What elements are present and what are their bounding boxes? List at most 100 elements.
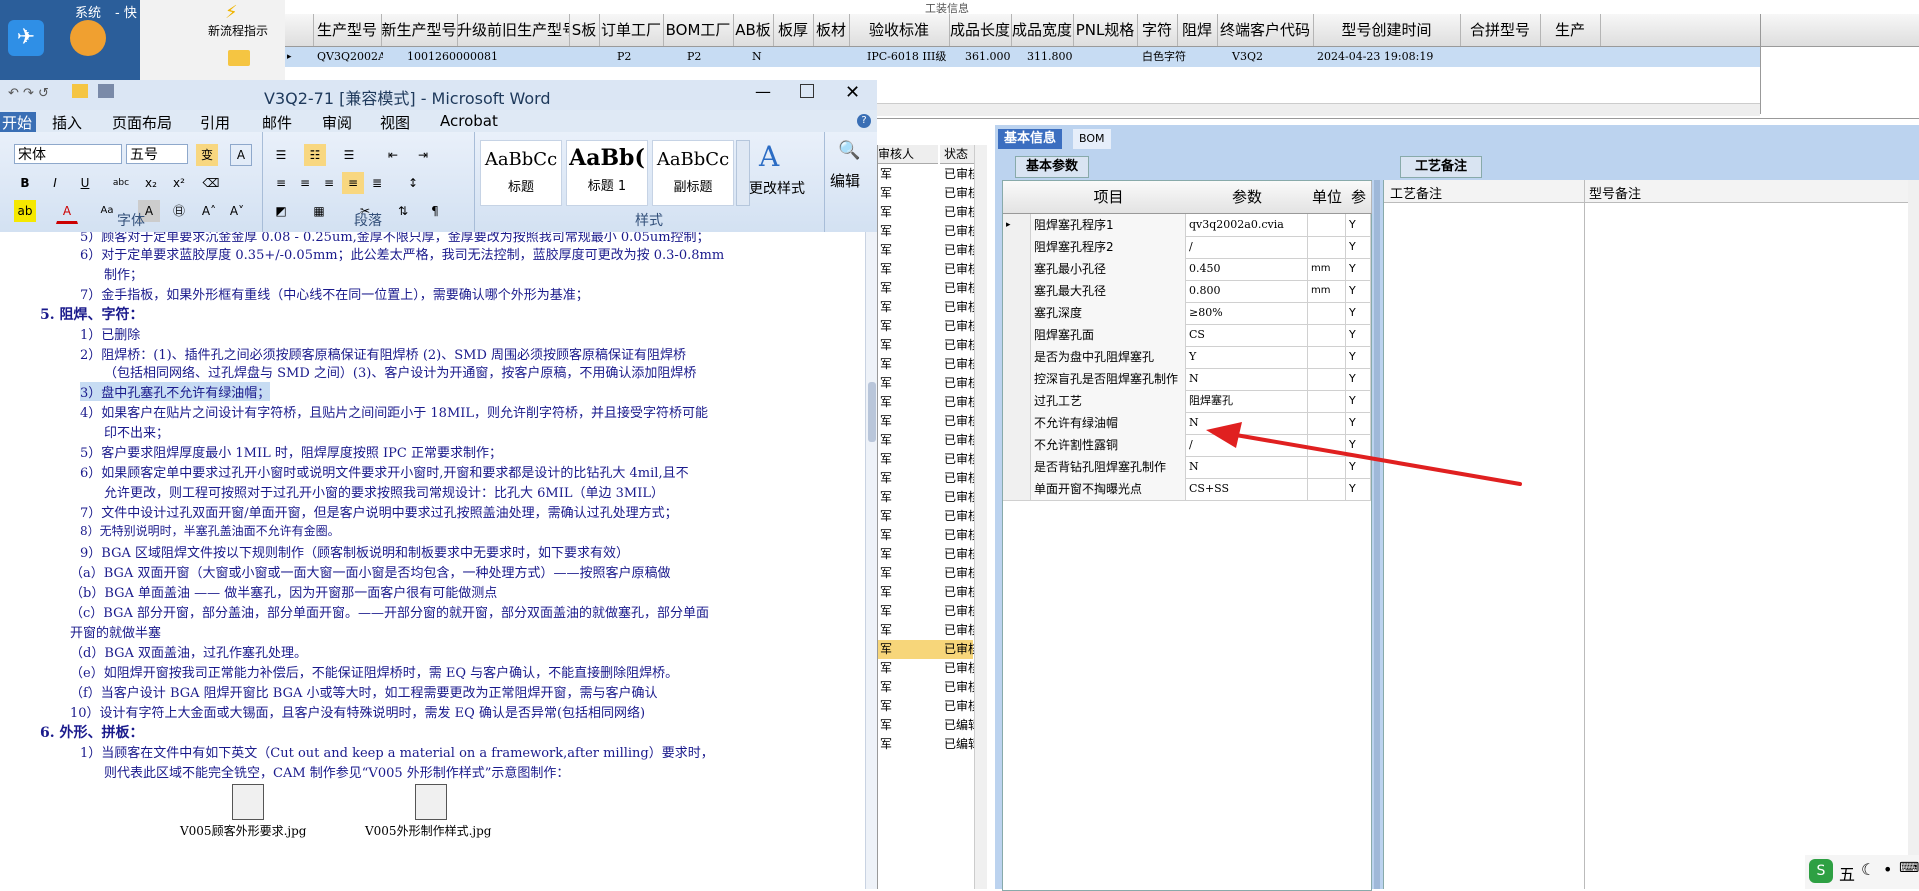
- cell-length[interactable]: 361.000: [963, 47, 1015, 67]
- lightning-icon[interactable]: ⚡: [225, 2, 238, 23]
- cell-item[interactable]: 塞孔深度: [1031, 302, 1186, 324]
- col-header[interactable]: 成品宽度: [1011, 14, 1074, 46]
- col-header[interactable]: 阻焊: [1177, 14, 1218, 46]
- col-header-flag[interactable]: 参: [1346, 181, 1372, 214]
- help-icon[interactable]: ?: [857, 114, 871, 128]
- attachment-label[interactable]: V005顾客外形要求.jpg: [180, 822, 306, 839]
- maximize-icon[interactable]: [800, 84, 814, 98]
- list-item[interactable]: 军已编辑: [878, 716, 980, 735]
- col-header-status[interactable]: 状态: [940, 145, 974, 164]
- subtab-basic-params[interactable]: 基本参数: [1015, 156, 1090, 178]
- col-header[interactable]: AB板: [733, 14, 774, 46]
- cell-customer[interactable]: V3Q2: [1230, 47, 1282, 67]
- tab-bom[interactable]: BOM: [1073, 129, 1111, 149]
- tab-mailings[interactable]: 邮件: [262, 112, 292, 133]
- list-item[interactable]: 军已审核: [878, 564, 980, 583]
- col-header[interactable]: PNL规格: [1073, 14, 1138, 46]
- cell-item[interactable]: 塞孔最大孔径: [1031, 280, 1186, 302]
- col-header[interactable]: 升级前旧生产型号: [457, 14, 570, 46]
- cell-unit[interactable]: [1308, 346, 1346, 368]
- list-item[interactable]: 军已审核: [878, 279, 980, 298]
- font-name-combo[interactable]: 宋体: [14, 144, 122, 164]
- cell-standard[interactable]: IPC-6018 III级: [865, 47, 957, 67]
- tab-insert[interactable]: 插入: [52, 112, 82, 133]
- col-header[interactable]: 终端客户代码: [1217, 14, 1314, 46]
- cell-item[interactable]: 阻焊塞孔面: [1031, 324, 1186, 346]
- col-header[interactable]: 验收标准: [849, 14, 950, 46]
- distribute-icon[interactable]: ≣: [366, 172, 388, 194]
- cell-item[interactable]: 不允许有绿油帽: [1031, 412, 1186, 434]
- col-header[interactable]: 型号创建时间: [1313, 14, 1461, 46]
- table-row[interactable]: 控深盲孔是否阻焊塞孔制作 N Y: [1003, 368, 1371, 391]
- superscript-icon[interactable]: x²: [168, 172, 190, 194]
- cell-flag[interactable]: Y: [1346, 368, 1371, 390]
- col-header[interactable]: 成品长度: [949, 14, 1012, 46]
- cell-item[interactable]: 是否为盘中孔阻焊塞孔: [1031, 346, 1186, 368]
- col-header[interactable]: 板厚: [773, 14, 814, 46]
- list-item[interactable]: 军已审核: [878, 431, 980, 450]
- col-header[interactable]: 字符: [1137, 14, 1178, 46]
- change-styles-icon[interactable]: A: [759, 140, 779, 173]
- underline-icon[interactable]: U: [74, 172, 96, 194]
- align-right-icon[interactable]: ≡: [318, 172, 340, 194]
- table-row[interactable]: 塞孔深度 ≥80% Y: [1003, 302, 1371, 325]
- list-item[interactable]: 军已审核: [878, 526, 980, 545]
- align-left-icon[interactable]: ≡: [270, 172, 292, 194]
- cell-unit[interactable]: [1308, 390, 1346, 412]
- cell-factory[interactable]: P2: [615, 47, 657, 67]
- cell-param[interactable]: /: [1186, 236, 1308, 258]
- list-item[interactable]: 军已审核: [878, 222, 980, 241]
- italic-icon[interactable]: I: [44, 172, 66, 194]
- attachment-label[interactable]: V005外形制作样式.jpg: [365, 822, 491, 839]
- cell-param[interactable]: CS: [1186, 324, 1308, 346]
- list-item[interactable]: 军已审核: [878, 184, 980, 203]
- col-header[interactable]: 订单工厂: [599, 14, 664, 46]
- keyboard-icon[interactable]: ⌨: [1899, 860, 1919, 876]
- tab-basic-info[interactable]: 基本信息: [998, 129, 1063, 149]
- cell-flag[interactable]: Y: [1346, 280, 1371, 302]
- sogou-icon[interactable]: S: [1809, 859, 1833, 883]
- table-row[interactable]: 塞孔最大孔径 0.800 mm Y: [1003, 280, 1371, 303]
- notes-scrollbar[interactable]: [1908, 180, 1919, 889]
- list-item[interactable]: 军已审核: [878, 241, 980, 260]
- strikethrough-icon[interactable]: abc: [110, 172, 132, 194]
- cell-flag[interactable]: Y: [1346, 346, 1371, 368]
- tab-references[interactable]: 引用: [200, 112, 230, 133]
- cell-ab[interactable]: N: [750, 47, 772, 67]
- close-icon[interactable]: ✕: [845, 82, 860, 103]
- align-center-icon[interactable]: ≡: [294, 172, 316, 194]
- cell-item[interactable]: 不允许割性露铜: [1031, 434, 1186, 456]
- tab-view[interactable]: 视图: [380, 112, 410, 133]
- list-item[interactable]: 军已审核: [878, 697, 980, 716]
- cell-item[interactable]: 阻焊塞孔程序1: [1031, 214, 1186, 236]
- clear-format-icon[interactable]: ⌫: [200, 172, 222, 194]
- change-styles-label[interactable]: 更改样式: [749, 178, 805, 198]
- font-size-combo[interactable]: 五号: [126, 144, 188, 164]
- list-item[interactable]: 军已审核: [878, 507, 980, 526]
- find-icon[interactable]: 🔍: [838, 140, 860, 161]
- cell-item[interactable]: 是否背钻孔阻焊塞孔制作: [1031, 456, 1186, 478]
- cell-unit[interactable]: mm: [1308, 280, 1346, 302]
- cell-param[interactable]: 0.450: [1186, 258, 1308, 280]
- cell-param[interactable]: Y: [1186, 346, 1308, 368]
- folder-icon[interactable]: [228, 50, 250, 66]
- moon-icon[interactable]: ☾: [1861, 860, 1875, 879]
- cell-unit[interactable]: [1308, 214, 1346, 236]
- scroll-thumb[interactable]: [868, 382, 876, 442]
- cell-unit[interactable]: [1308, 302, 1346, 324]
- minimize-icon[interactable]: —: [755, 82, 771, 101]
- list-item[interactable]: 军已编辑: [878, 735, 980, 754]
- qat-undo-icon[interactable]: ↶ ↷ ↺: [8, 86, 49, 101]
- shell-icon[interactable]: [70, 20, 106, 56]
- table-row[interactable]: 阻焊塞孔面 CS Y: [1003, 324, 1371, 347]
- cell-param[interactable]: 0.800: [1186, 280, 1308, 302]
- cell-param[interactable]: N: [1186, 368, 1308, 390]
- bold-icon[interactable]: B: [14, 172, 36, 194]
- col-header[interactable]: BOM工厂: [663, 14, 734, 46]
- numbering-icon[interactable]: ☷: [304, 144, 326, 166]
- list-scrollbar[interactable]: [974, 145, 987, 889]
- list-item[interactable]: 军已审核: [878, 260, 980, 279]
- cell-unit[interactable]: [1308, 236, 1346, 258]
- style-title[interactable]: AaBbCc 标题: [480, 140, 562, 206]
- cell-item[interactable]: 阻焊塞孔程序2: [1031, 236, 1186, 258]
